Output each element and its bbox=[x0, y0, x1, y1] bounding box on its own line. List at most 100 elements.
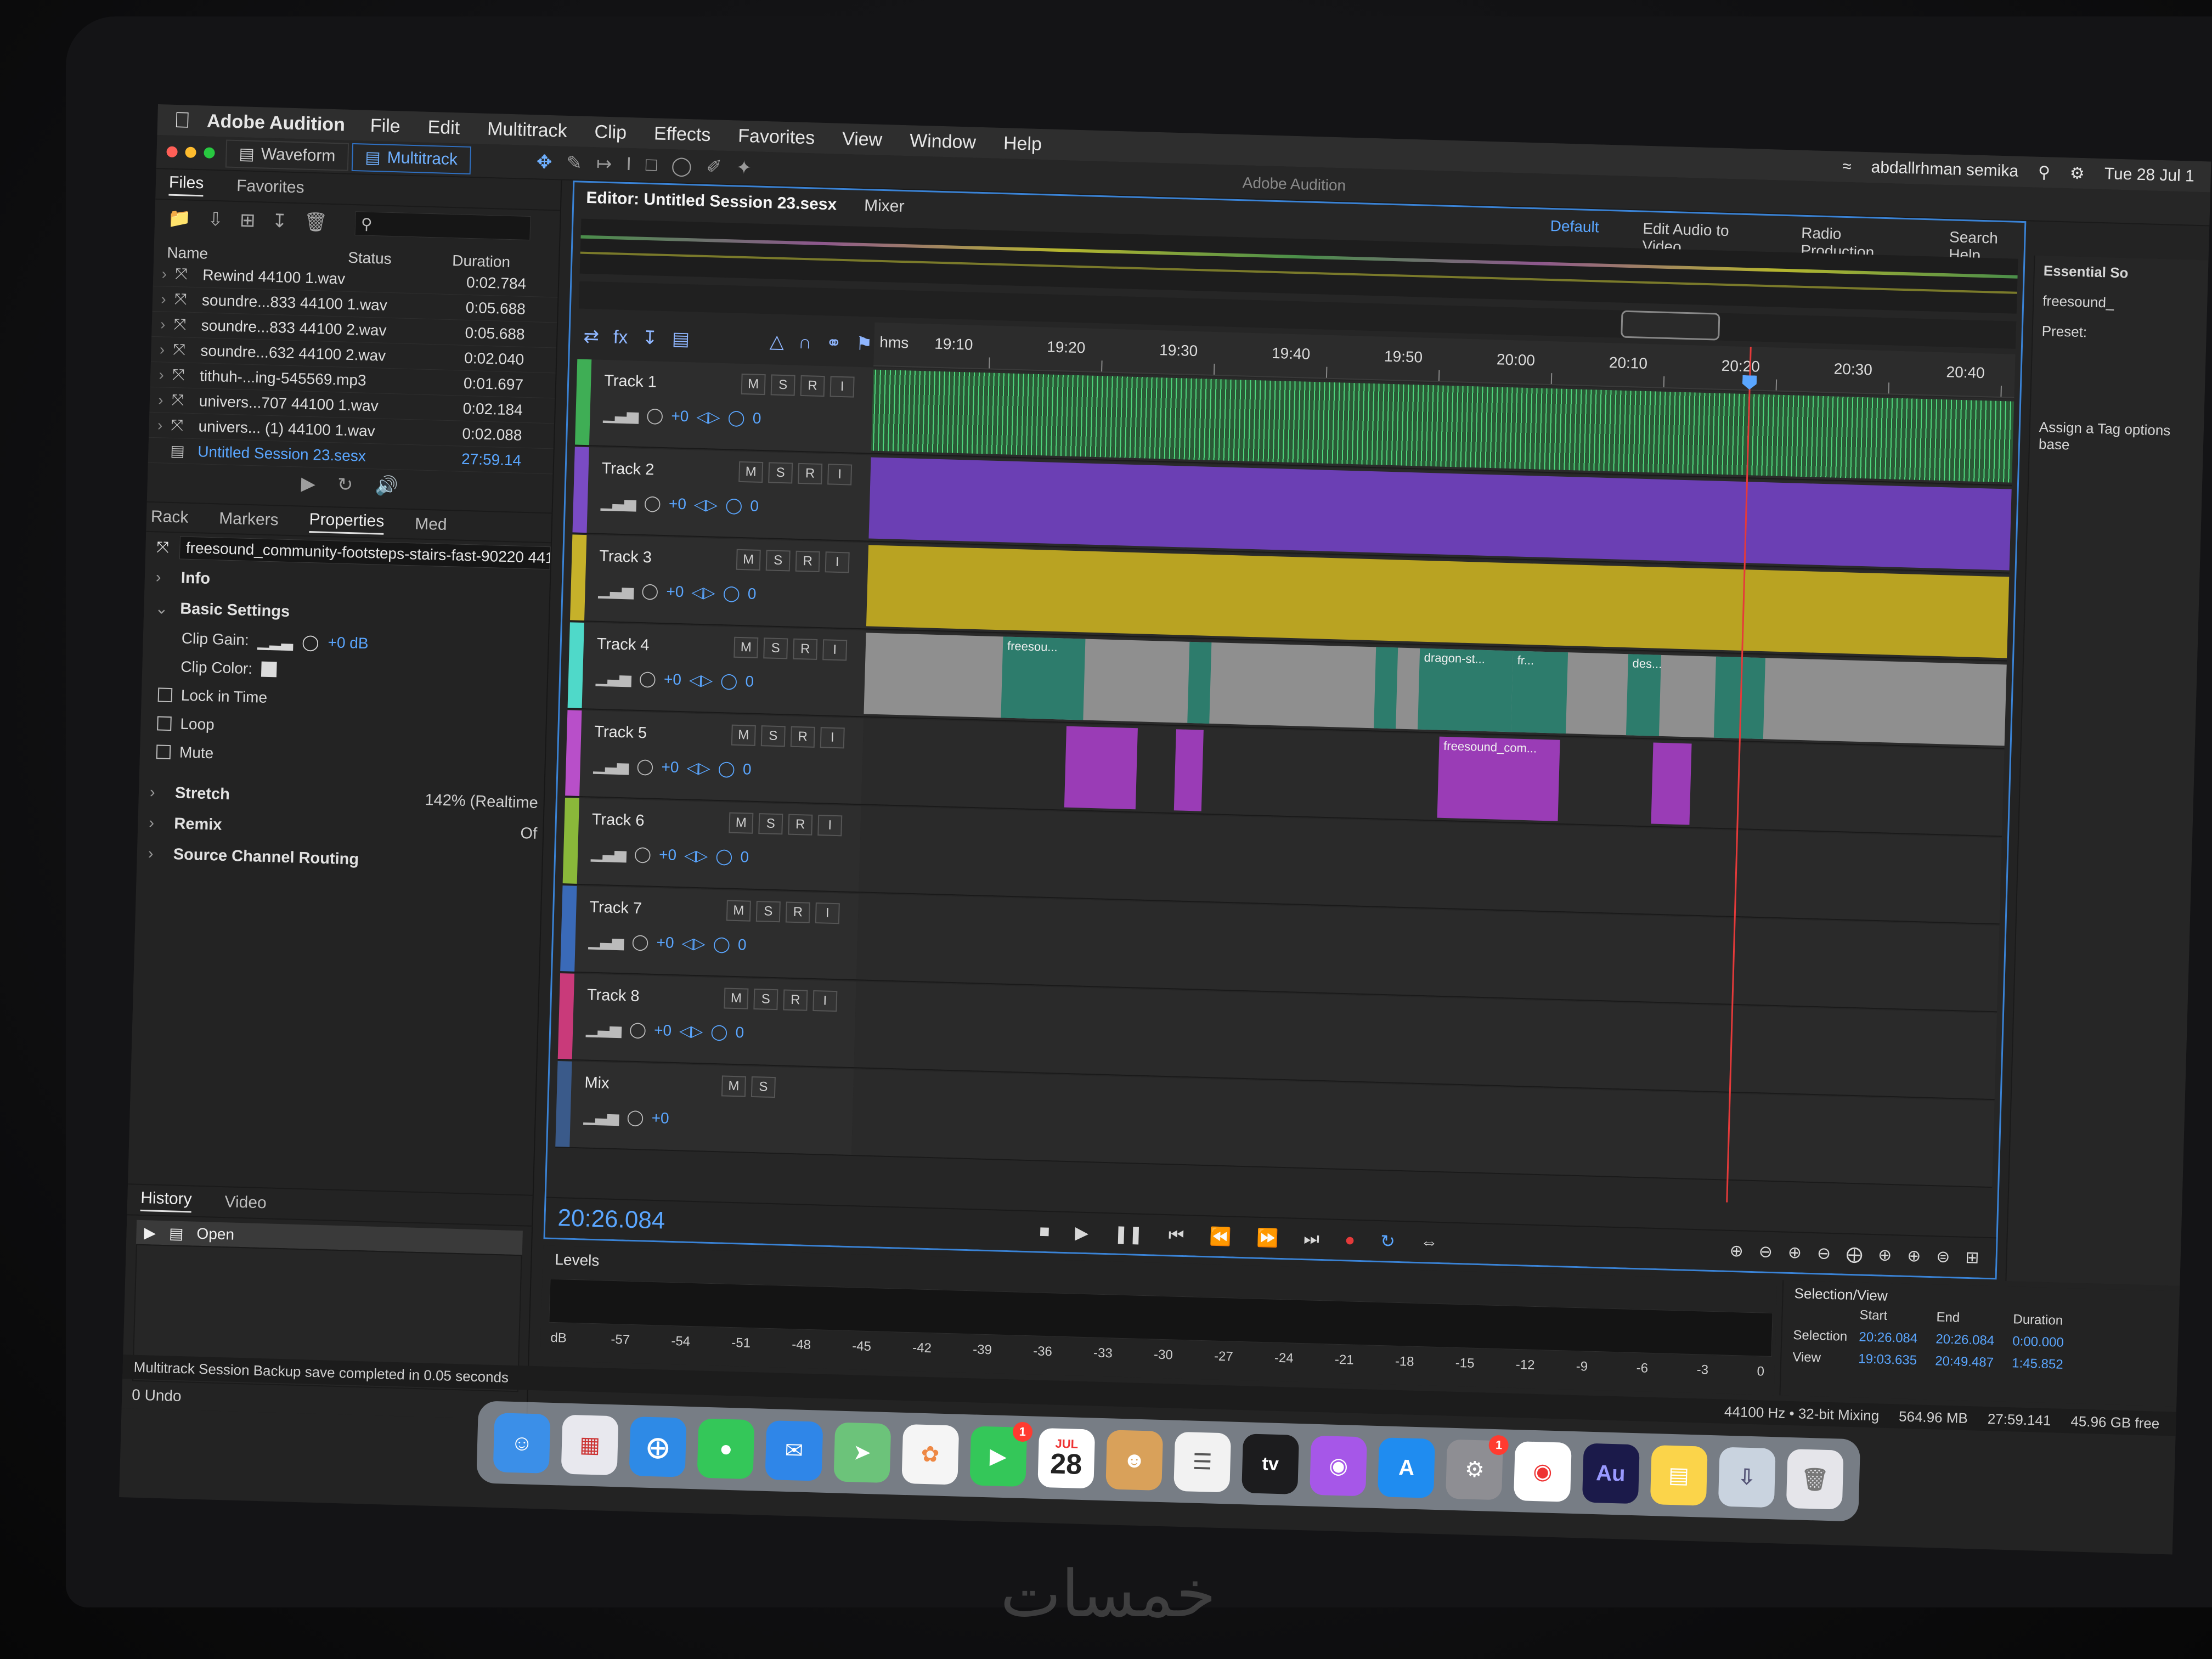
track-pan-value[interactable]: 0 bbox=[752, 409, 761, 427]
audio-clip-track5[interactable] bbox=[1064, 726, 1138, 810]
menu-help[interactable]: Help bbox=[1003, 133, 1042, 155]
app-store-icon[interactable]: A bbox=[1378, 1437, 1436, 1498]
track-mute-button[interactable]: M bbox=[729, 812, 754, 834]
track-name[interactable]: Mix bbox=[584, 1074, 610, 1092]
audio-clip-fr[interactable]: fr... bbox=[1511, 651, 1568, 734]
contacts-icon[interactable]: ☻ bbox=[1105, 1430, 1164, 1491]
track-pan-value[interactable]: 0 bbox=[740, 848, 749, 866]
track-input-button[interactable]: I bbox=[827, 464, 853, 486]
track-rec-button[interactable]: R bbox=[788, 814, 813, 836]
track-mute-button[interactable]: M bbox=[738, 461, 764, 483]
preview-loop-icon[interactable]: ↻ bbox=[337, 473, 353, 496]
tab-editor[interactable]: Editor: Untitled Session 23.sesx bbox=[586, 189, 837, 215]
lasso-tool-icon[interactable]: ◯ bbox=[671, 155, 692, 177]
open-file-icon[interactable]: 📁 bbox=[168, 207, 191, 230]
track-header[interactable]: Track 7 MSRI ▁▃▅ ◯ +0 ◁▷ ◯ 0 bbox=[560, 885, 859, 980]
zoom-window-button[interactable] bbox=[204, 147, 215, 159]
track-header[interactable]: Track 6 MSRI ▁▃▅ ◯ +0 ◁▷ ◯ 0 bbox=[562, 798, 861, 892]
go-to-end-icon[interactable]: ⏭ bbox=[1304, 1228, 1320, 1250]
track-rec-button[interactable]: R bbox=[790, 726, 815, 748]
track-pan-value[interactable]: 0 bbox=[747, 585, 757, 602]
maps-icon[interactable]: ➤ bbox=[833, 1422, 891, 1483]
view-start[interactable]: 19:03.635 bbox=[1858, 1351, 1936, 1369]
spot-healing-tool-icon[interactable]: ✦ bbox=[736, 156, 752, 179]
pan-knob-icon[interactable]: ◯ bbox=[725, 496, 743, 515]
track-name[interactable]: Track 6 bbox=[591, 811, 644, 831]
track-volume-value[interactable]: +0 bbox=[654, 1021, 672, 1039]
track-mute-button[interactable]: M bbox=[741, 373, 766, 396]
rewind-icon[interactable]: ⏪ bbox=[1209, 1226, 1232, 1247]
menu-effects[interactable]: Effects bbox=[654, 123, 711, 146]
track-rec-button[interactable]: S bbox=[751, 1076, 776, 1098]
track-mute-button[interactable]: M bbox=[726, 900, 751, 922]
multitrack-mode-button[interactable]: ▤ Multitrack bbox=[351, 143, 471, 174]
track-name[interactable]: Track 4 bbox=[596, 635, 649, 655]
track-input-button[interactable]: I bbox=[812, 990, 838, 1012]
track-input-button[interactable]: I bbox=[817, 815, 843, 837]
tab-history[interactable]: History bbox=[140, 1188, 193, 1212]
insert-icon[interactable]: ↧ bbox=[272, 210, 288, 233]
track-rec-button[interactable]: R bbox=[793, 638, 818, 660]
preview-volume-icon[interactable]: 🔊 bbox=[375, 475, 398, 497]
expand-chevron-icon[interactable]: › bbox=[153, 290, 175, 308]
calendar-icon[interactable]: JUL 28 bbox=[1037, 1427, 1096, 1489]
track-pan-value[interactable]: 0 bbox=[743, 760, 752, 778]
downloads-stack-icon[interactable]: ⇩ bbox=[1718, 1447, 1776, 1508]
mail-icon[interactable]: ✉ bbox=[765, 1420, 823, 1481]
volume-knob-icon[interactable]: ◯ bbox=[629, 1020, 646, 1039]
zoom-in-time-icon[interactable]: ⊕ bbox=[1787, 1243, 1802, 1262]
track-solo-button[interactable]: S bbox=[768, 462, 793, 484]
track-volume-value[interactable]: +0 bbox=[669, 495, 687, 513]
tab-markers[interactable]: Markers bbox=[219, 509, 279, 529]
lock-in-time-checkbox[interactable] bbox=[157, 687, 173, 703]
menu-edit[interactable]: Edit bbox=[427, 116, 460, 139]
track-rec-button[interactable]: R bbox=[785, 901, 810, 923]
play-icon[interactable]: ▶ bbox=[1075, 1222, 1089, 1243]
tab-rack[interactable]: Rack bbox=[151, 507, 189, 527]
audio-clip-des[interactable]: des... bbox=[1626, 654, 1662, 736]
audio-clip-freesound[interactable]: freesou... bbox=[1001, 636, 1086, 720]
razor-tool-icon[interactable]: ✎ bbox=[566, 152, 583, 174]
column-duration[interactable]: Duration bbox=[452, 252, 511, 271]
expand-chevron-icon[interactable]: › bbox=[153, 264, 176, 283]
stop-icon[interactable]: ■ bbox=[1039, 1221, 1050, 1243]
clip-color-swatch[interactable] bbox=[261, 661, 277, 678]
headphones-icon[interactable]: ⚭ bbox=[826, 332, 842, 354]
audio-clip-small[interactable] bbox=[1651, 742, 1692, 825]
menu-multitrack[interactable]: Multitrack bbox=[487, 118, 567, 142]
track-volume-value[interactable]: +0 bbox=[659, 846, 677, 864]
track-volume-value[interactable]: +0 bbox=[651, 1109, 669, 1127]
zoom-out-time-icon[interactable]: ⊖ bbox=[1817, 1244, 1831, 1263]
move-tool-icon[interactable]: ✥ bbox=[536, 151, 552, 173]
track-solo-button[interactable]: S bbox=[758, 813, 783, 835]
zoom-in-amplitude-icon[interactable]: ⊕ bbox=[1729, 1241, 1743, 1261]
expand-chevron-icon[interactable]: › bbox=[150, 391, 172, 409]
track-name[interactable]: Track 3 bbox=[599, 548, 652, 567]
track-input-button[interactable]: I bbox=[830, 376, 855, 398]
track-input-button[interactable]: I bbox=[825, 551, 850, 573]
track-input-button[interactable]: I bbox=[815, 902, 840, 924]
record-icon[interactable]: ● bbox=[1344, 1229, 1355, 1251]
track-mute-button[interactable]: M bbox=[736, 549, 761, 571]
trash-icon[interactable]: 🗑 bbox=[1786, 1448, 1844, 1510]
track-volume-value[interactable]: +0 bbox=[664, 670, 682, 689]
audio-clip-dragon[interactable]: dragon-st... bbox=[1418, 648, 1514, 732]
menu-favorites[interactable]: Favorites bbox=[738, 125, 815, 149]
track-name[interactable]: Track 1 bbox=[604, 372, 657, 392]
menu-view[interactable]: View bbox=[842, 128, 883, 150]
track-name[interactable]: Track 5 bbox=[594, 723, 647, 743]
wifi-icon[interactable]: ≈ bbox=[1842, 157, 1852, 176]
volume-knob-icon[interactable]: ◯ bbox=[636, 757, 654, 776]
track-name[interactable]: Track 2 bbox=[601, 460, 654, 479]
snap-icon[interactable]: ∩ bbox=[798, 331, 812, 353]
files-search-input[interactable]: ⚲ bbox=[354, 211, 531, 241]
track-mute-button[interactable]: M bbox=[733, 636, 759, 658]
audio-clip-small[interactable] bbox=[1187, 641, 1212, 724]
go-to-start-icon[interactable]: ⏮ bbox=[1168, 1224, 1184, 1246]
pause-icon[interactable]: ❚❚ bbox=[1114, 1223, 1144, 1244]
zoom-in-point-out-icon[interactable]: ⊕ bbox=[1907, 1246, 1921, 1266]
track-header[interactable]: Track 5 MSRI ▁▃▅ ◯ +0 ◁▷ ◯ 0 bbox=[565, 710, 864, 804]
clip-gain-value[interactable]: +0 dB bbox=[328, 634, 369, 652]
volume-knob-icon[interactable]: ◯ bbox=[627, 1108, 644, 1127]
essential-sound-title[interactable]: Essential So bbox=[2034, 256, 2208, 291]
